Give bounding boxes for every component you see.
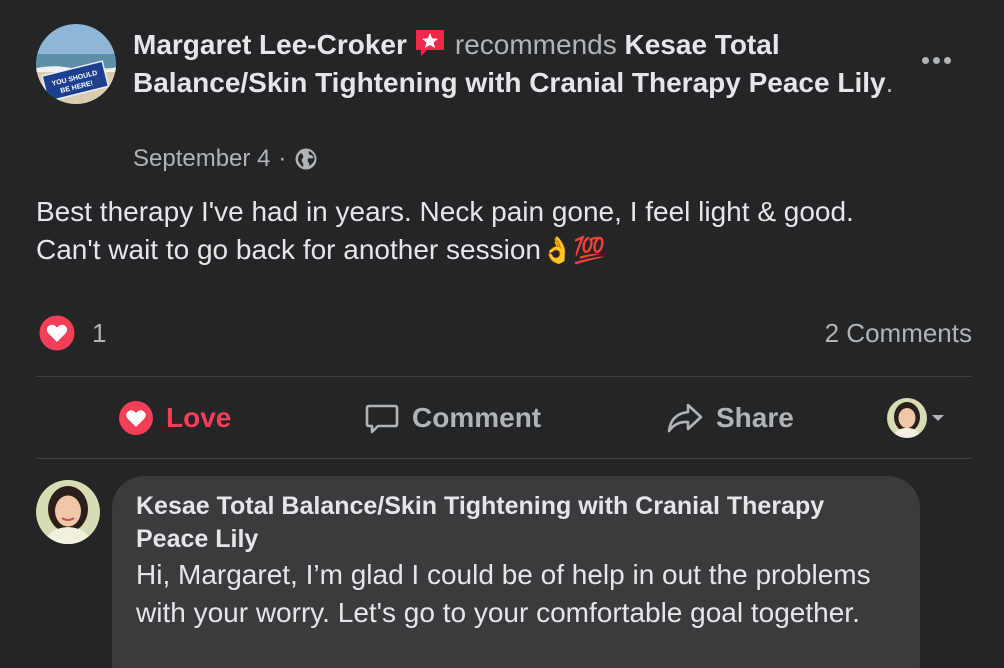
meta-separator: · xyxy=(278,145,287,172)
comment-button[interactable]: Comment xyxy=(364,396,541,440)
post-date[interactable]: September 4 xyxy=(133,144,270,174)
comment-bubble-icon xyxy=(365,404,399,434)
globe-icon xyxy=(295,148,317,170)
post-text-line-1: Best therapy I've had in years. Neck pai… xyxy=(36,196,854,227)
comment-label: Comment xyxy=(412,402,542,433)
viewer-avatar xyxy=(887,398,927,438)
author-avatar[interactable]: YOU SHOULD BE HERE! xyxy=(36,24,116,104)
commenter-avatar[interactable] xyxy=(36,480,100,544)
post-header: Margaret Lee-Croker recommends Kesae Tota… xyxy=(133,26,903,102)
love-button[interactable]: Love xyxy=(118,396,231,440)
divider-bottom xyxy=(36,458,972,459)
header-period: . xyxy=(885,67,894,98)
post-text-line-2: Can't wait to go back for another sessio… xyxy=(36,234,541,265)
share-label: Share xyxy=(716,402,794,433)
share-button[interactable]: Share xyxy=(666,396,794,440)
reaction-count: 1 xyxy=(92,317,107,348)
heart-icon xyxy=(38,314,76,352)
emoji-ok-hundred: 👌💯 xyxy=(540,235,606,265)
post-meta: September 4 · xyxy=(133,144,318,174)
share-arrow-icon xyxy=(667,403,703,433)
comment-author[interactable]: Kesae Total Balance/Skin Tightening with… xyxy=(136,490,896,556)
divider-top xyxy=(36,376,972,377)
recommend-badge-icon xyxy=(413,28,447,58)
comments-count-link[interactable]: 2 Comments xyxy=(825,318,972,349)
more-options-icon[interactable] xyxy=(916,46,956,74)
post-text: Best therapy I've had in years. Neck pai… xyxy=(36,193,976,269)
recommends-label: recommends xyxy=(454,29,617,60)
comment-bubble: Kesae Total Balance/Skin Tightening with… xyxy=(112,476,920,668)
comment-text: Hi, Margaret, I’m glad I could be of hel… xyxy=(136,559,871,628)
feed-post: YOU SHOULD BE HERE! Margaret Lee-Croker r… xyxy=(0,0,1004,668)
post-as-selector[interactable] xyxy=(887,398,949,438)
love-heart-icon xyxy=(119,401,153,435)
chevron-down-icon xyxy=(932,415,944,421)
reaction-summary[interactable]: 1 xyxy=(38,314,106,352)
love-label: Love xyxy=(166,402,232,433)
author-name[interactable]: Margaret Lee-Croker xyxy=(133,29,407,60)
